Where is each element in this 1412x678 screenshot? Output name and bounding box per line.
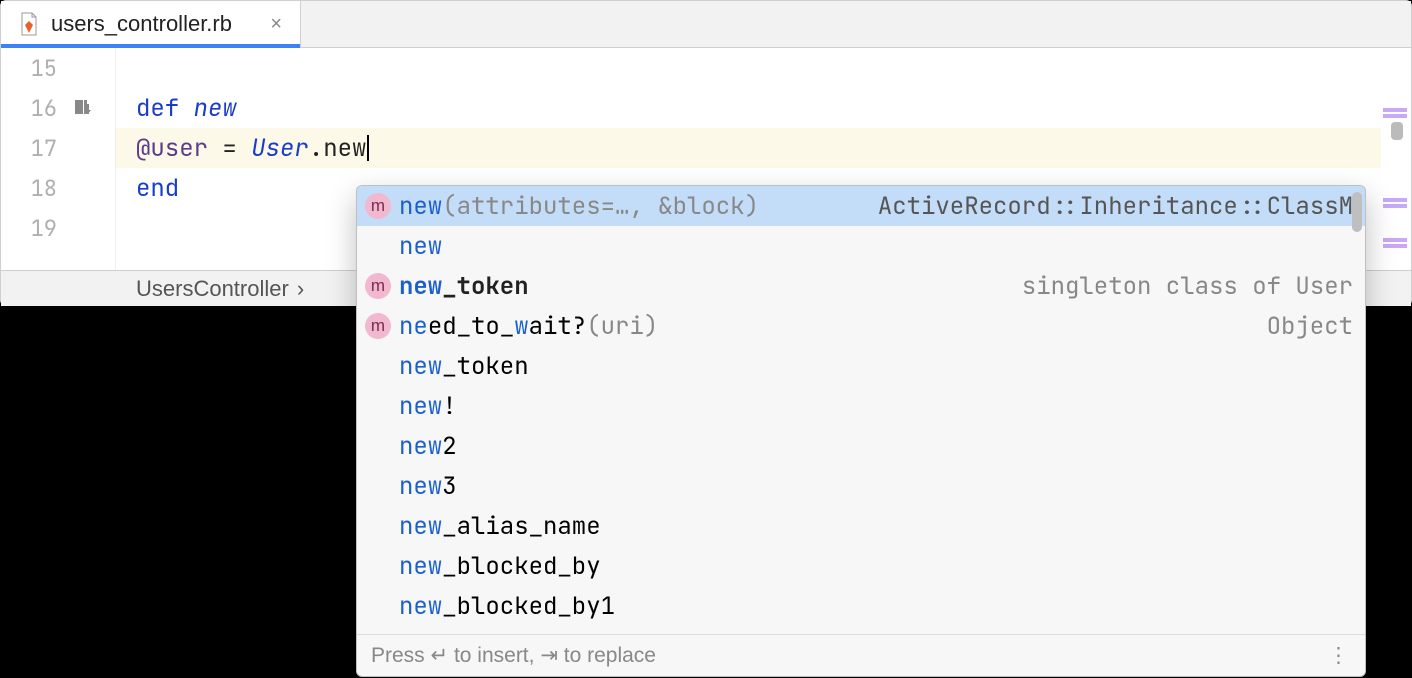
- footer-hint: Press ↵ to insert, ⇥ to replace: [371, 643, 656, 668]
- autocomplete-item[interactable]: mnew: [357, 226, 1365, 266]
- autocomplete-item[interactable]: mnew2: [357, 426, 1365, 466]
- autocomplete-item[interactable]: mnew!: [357, 386, 1365, 426]
- completion-label: new_alias_name: [399, 511, 601, 542]
- method-mark-icon: [75, 94, 95, 123]
- gutter-line: 18: [1, 168, 115, 208]
- completion-label: new!: [399, 391, 457, 422]
- close-tab-icon[interactable]: ×: [270, 13, 282, 36]
- breadcrumb-sep-icon: ›: [297, 276, 304, 302]
- completion-label: new3: [399, 471, 457, 502]
- ruby-file-icon: [19, 12, 39, 36]
- autocomplete-item[interactable]: mnew_alias_name: [357, 506, 1365, 546]
- completion-origin: Object: [1267, 311, 1353, 342]
- gutter-line: 15: [1, 48, 115, 88]
- completion-origin: ActiveRecord::Inheritance::ClassM: [878, 191, 1353, 222]
- autocomplete-item[interactable]: m new_token singleton class of User: [357, 266, 1365, 306]
- file-tab[interactable]: users_controller.rb ×: [1, 1, 301, 47]
- completion-label: need_to_wait?(uri): [399, 311, 658, 342]
- autocomplete-item[interactable]: mnew3: [357, 466, 1365, 506]
- completion-label: new_blocked_by: [399, 551, 601, 582]
- completion-label: new_blocked_by1: [399, 591, 615, 622]
- autocomplete-item[interactable]: mnew_token: [357, 346, 1365, 386]
- tab-filename: users_controller.rb: [51, 11, 232, 37]
- autocomplete-item[interactable]: mnew_blocked_by1: [357, 586, 1365, 626]
- line-gutter: 15 16 17 18 19: [1, 48, 116, 270]
- more-options-icon[interactable]: ⋮: [1328, 643, 1351, 668]
- autocomplete-item[interactable]: m need_to_wait?(uri) Object: [357, 306, 1365, 346]
- code-line: def new: [136, 88, 1411, 128]
- completion-label: new2: [399, 431, 457, 462]
- code-line-current: @user = User.new: [116, 128, 1411, 168]
- autocomplete-item[interactable]: m new(attributes=…, &block) ActiveRecord::…: [357, 186, 1365, 226]
- gutter-line: 16: [1, 88, 115, 128]
- tab-bar: users_controller.rb ×: [1, 1, 1411, 48]
- code-line: [136, 48, 1411, 88]
- autocomplete-list[interactable]: m new(attributes=…, &block) ActiveRecord::…: [357, 186, 1365, 634]
- method-badge-icon: m: [365, 193, 391, 219]
- breadcrumb-item[interactable]: UsersController: [136, 276, 289, 302]
- autocomplete-item[interactable]: mnew_blocked_by: [357, 546, 1365, 586]
- autocomplete-popup[interactable]: m new(attributes=…, &block) ActiveRecord::…: [356, 185, 1366, 677]
- completion-label: new_token: [399, 351, 529, 382]
- method-badge-icon: m: [365, 273, 391, 299]
- popup-scrollbar-thumb[interactable]: [1352, 192, 1362, 232]
- text-caret: [367, 135, 369, 161]
- gutter-line: 17: [1, 128, 115, 168]
- marker-strip[interactable]: [1381, 48, 1411, 270]
- method-badge-icon: m: [365, 313, 391, 339]
- completion-label: new: [399, 231, 442, 262]
- completion-label: new(attributes=…, &block): [399, 191, 759, 222]
- gutter-line: 19: [1, 208, 115, 248]
- completion-label: new_token: [399, 271, 529, 302]
- completion-origin: singleton class of User: [1022, 271, 1353, 302]
- autocomplete-footer: Press ↵ to insert, ⇥ to replace ⋮: [357, 634, 1365, 676]
